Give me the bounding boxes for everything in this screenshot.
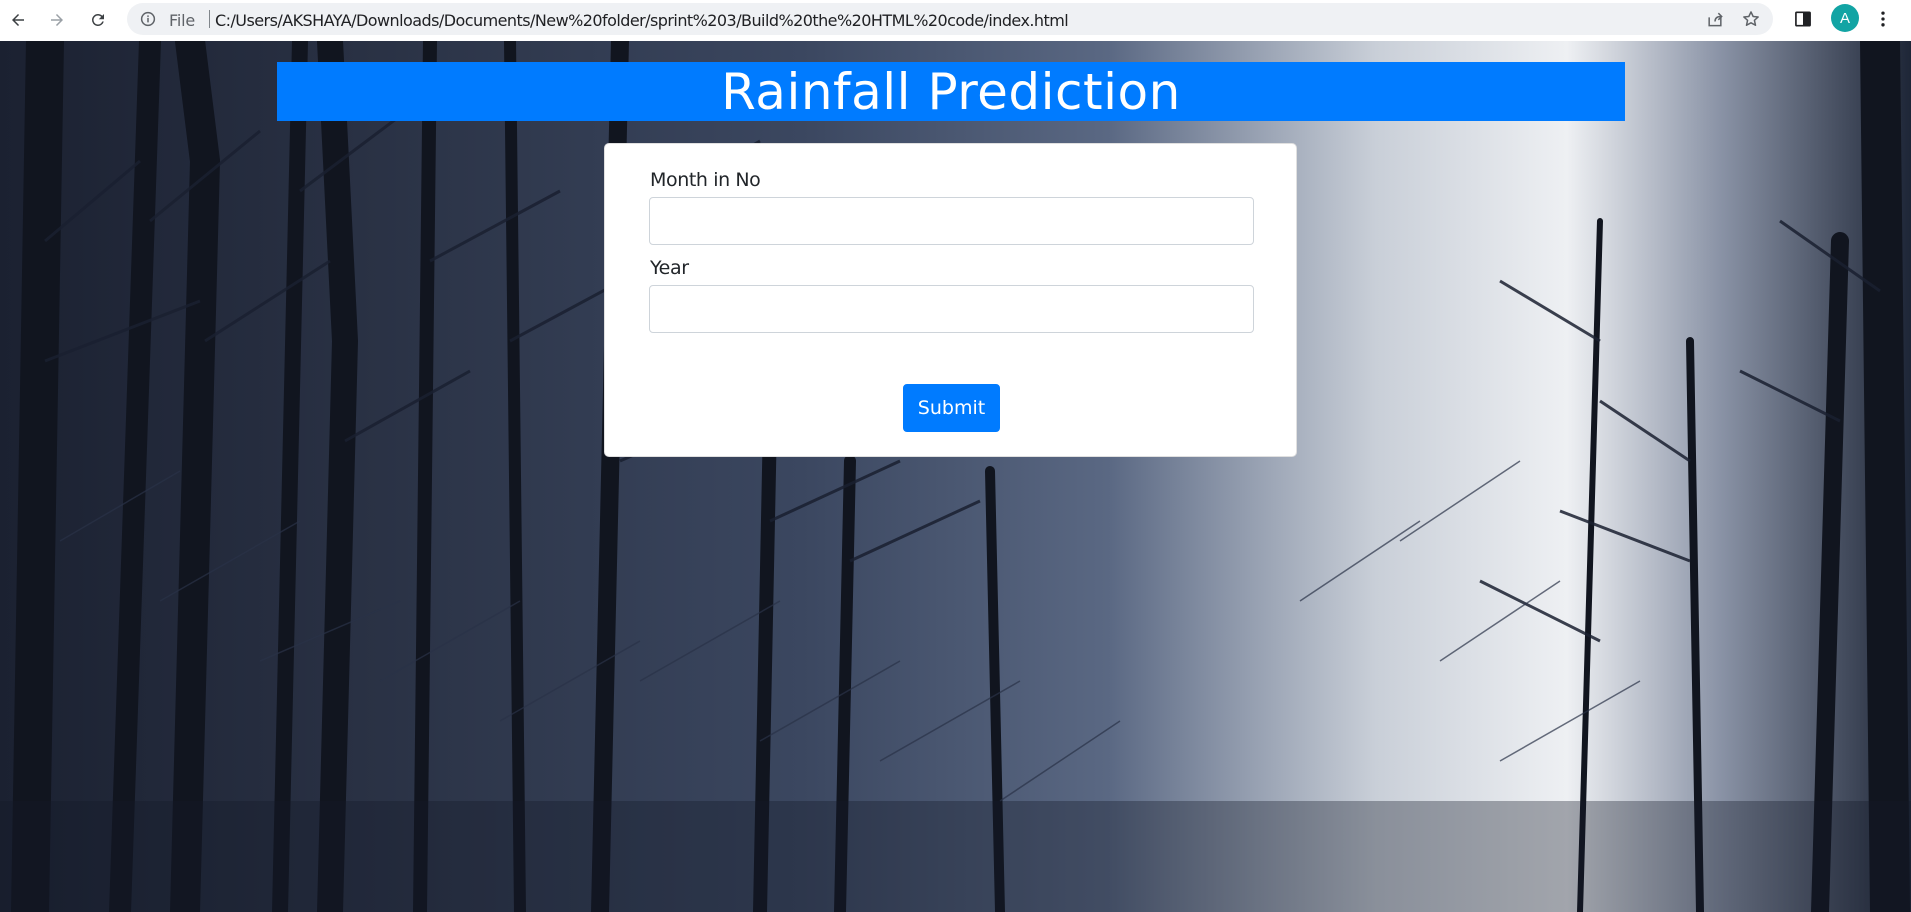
year-input[interactable] <box>649 285 1254 333</box>
back-arrow-icon <box>12 14 24 26</box>
address-bar[interactable]: File C:/Users/AKSHAYA/Downloads/Document… <box>127 3 1773 35</box>
forward-arrow-icon <box>51 14 63 26</box>
back-button[interactable] <box>5 7 31 33</box>
year-label: Year <box>650 257 689 279</box>
address-scheme-label: File <box>169 11 195 30</box>
address-url-text[interactable]: C:/Users/AKSHAYA/Downloads/Documents/New… <box>215 11 1069 30</box>
share-icon[interactable] <box>1705 9 1725 29</box>
month-input[interactable] <box>649 197 1254 245</box>
page-title-banner: Rainfall Prediction <box>277 62 1625 121</box>
address-separator <box>209 10 210 28</box>
submit-button[interactable]: Submit <box>903 384 1000 432</box>
side-panel-button[interactable] <box>1791 7 1815 31</box>
prediction-form-card: Month in No Year Submit <box>604 143 1297 457</box>
more-menu-icon <box>1881 11 1885 27</box>
profile-avatar[interactable]: A <box>1831 4 1859 32</box>
more-menu-button[interactable] <box>1871 7 1895 31</box>
month-label: Month in No <box>650 169 761 191</box>
page-title: Rainfall Prediction <box>721 62 1181 121</box>
reload-icon <box>91 13 104 26</box>
forward-button[interactable] <box>44 7 70 33</box>
side-panel-icon <box>1795 11 1811 27</box>
browser-toolbar: File C:/Users/AKSHAYA/Downloads/Document… <box>0 0 1911 41</box>
reload-button[interactable] <box>85 7 111 33</box>
info-icon[interactable] <box>139 10 157 28</box>
page-viewport: Rainfall Prediction Month in No Year Sub… <box>0 41 1911 912</box>
bookmark-star-icon[interactable] <box>1741 9 1761 29</box>
